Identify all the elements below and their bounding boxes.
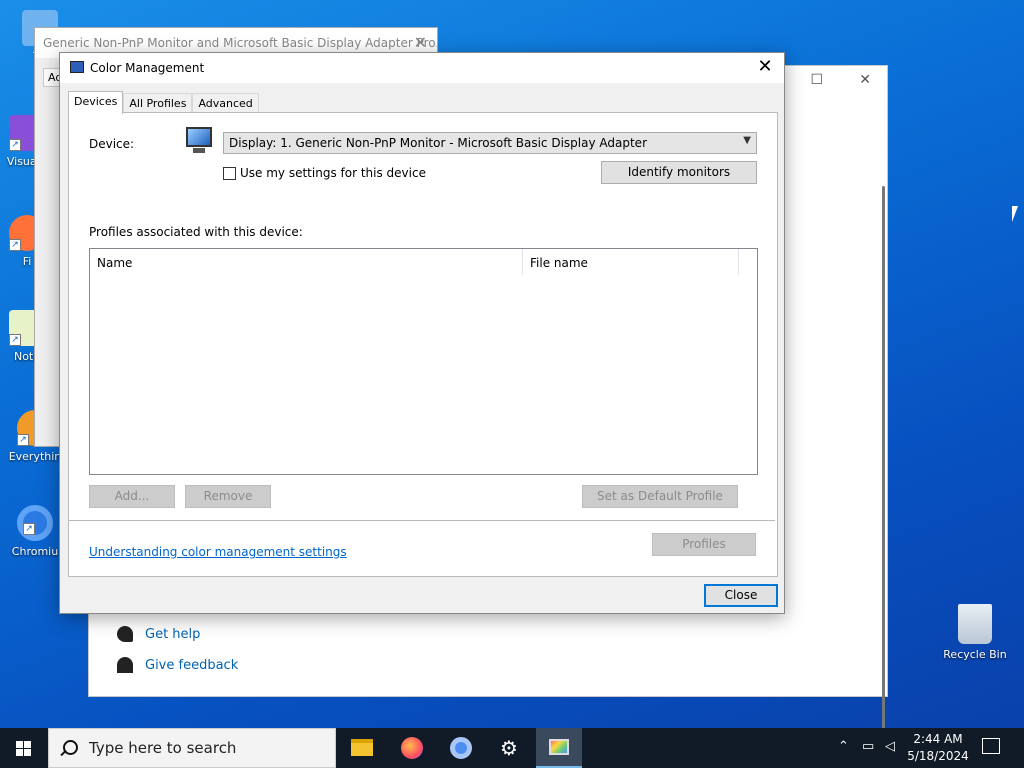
search-icon (63, 740, 78, 755)
understanding-color-management-link[interactable]: Understanding color management settings (89, 545, 347, 559)
recycle-bin-label: Recycle Bin (943, 648, 1007, 661)
taskbar-search-box[interactable]: Type here to search (48, 728, 336, 768)
maximize-icon[interactable]: ☐ (810, 72, 823, 88)
help-chat-icon (117, 626, 133, 642)
settings-gear-icon: ⚙ (500, 736, 518, 760)
taskbar-color-management[interactable] (536, 728, 582, 768)
desktop-icon-recycle-bin[interactable]: Recycle Bin (940, 604, 1010, 661)
color-management-icon (549, 739, 569, 755)
list-header: Name File name (90, 249, 757, 275)
divider (69, 520, 775, 521)
volume-muted-icon[interactable]: ◁ (885, 739, 895, 754)
taskbar-chromium[interactable] (439, 728, 483, 768)
profiles-label: Profiles associated with this device: (89, 225, 303, 239)
start-button[interactable] (0, 728, 48, 768)
search-placeholder: Type here to search (89, 739, 237, 757)
column-name[interactable]: Name (90, 249, 523, 275)
dialog-titlebar[interactable]: Color Management ✕ (60, 53, 784, 83)
get-help-link[interactable]: Get help (117, 626, 200, 642)
column-file-name[interactable]: File name (523, 249, 739, 275)
taskbar-settings[interactable]: ⚙ (488, 728, 532, 768)
notification-icon[interactable] (982, 738, 1000, 754)
profiles-list[interactable]: Name File name (89, 248, 758, 475)
shortcut-arrow-icon: ↗ (9, 139, 21, 151)
add-button[interactable]: Add... (89, 485, 175, 508)
close-icon[interactable]: ✕ (754, 55, 776, 79)
clock-date: 5/18/2024 (907, 749, 969, 763)
close-icon[interactable]: ✕ (414, 33, 427, 52)
device-select-value: Display: 1. Generic Non-PnP Monitor - Mi… (229, 136, 648, 150)
tab-all-profiles[interactable]: All Profiles (123, 93, 193, 113)
device-label: Device: (89, 137, 135, 151)
get-help-label: Get help (145, 626, 201, 642)
device-select[interactable]: Display: 1. Generic Non-PnP Monitor - Mi… (223, 132, 757, 154)
tab-devices[interactable]: Devices (68, 91, 124, 114)
shortcut-arrow-icon: ↗ (17, 434, 29, 446)
taskbar-firefox[interactable] (390, 728, 434, 768)
chevron-up-icon[interactable]: ⌃ (838, 739, 849, 754)
monitor-properties-title: Generic Non-PnP Monitor and Microsoft Ba… (43, 36, 437, 50)
tab-strip: Devices All Profiles Advanced (68, 91, 259, 114)
chromium-icon: ↗ (17, 505, 53, 541)
shortcut-arrow-icon: ↗ (23, 523, 35, 535)
give-feedback-label: Give feedback (145, 657, 239, 673)
chromium-icon (450, 737, 472, 759)
color-management-dialog: Color Management ✕ Devices All Profiles … (59, 52, 785, 614)
checkbox-box[interactable] (223, 166, 236, 180)
network-icon[interactable]: ▭ (862, 739, 874, 754)
shortcut-arrow-icon: ↗ (9, 334, 21, 346)
close-icon[interactable]: ✕ (859, 72, 871, 88)
tab-advanced[interactable]: Advanced (192, 93, 259, 113)
file-explorer-icon (351, 739, 373, 756)
close-button[interactable]: Close (704, 584, 778, 607)
feedback-person-icon (117, 657, 133, 673)
remove-button[interactable]: Remove (185, 485, 271, 508)
profiles-button[interactable]: Profiles (652, 533, 756, 556)
scrollbar[interactable] (882, 186, 885, 746)
shortcut-arrow-icon: ↗ (9, 239, 21, 251)
identify-monitors-button[interactable]: Identify monitors (601, 161, 757, 184)
windows-logo-icon (16, 741, 32, 756)
use-my-settings-checkbox[interactable]: Use my settings for this device (223, 166, 426, 180)
give-feedback-link[interactable]: Give feedback (117, 657, 238, 673)
devices-panel: Device: Display: 1. Generic Non-PnP Moni… (68, 112, 778, 577)
chevron-down-icon: ▼ (743, 135, 751, 146)
taskbar: Type here to search ⚙ ⌃ ▭ ◁ 2:44 AM 5/18… (0, 728, 1024, 768)
monitor-icon (186, 127, 216, 157)
clock[interactable]: 2:44 AM 5/18/2024 (904, 731, 972, 765)
taskbar-file-explorer[interactable] (340, 728, 384, 768)
set-default-profile-button[interactable]: Set as Default Profile (582, 485, 738, 508)
use-my-settings-label: Use my settings for this device (240, 166, 426, 180)
mouse-cursor-icon (1012, 206, 1018, 222)
recycle-bin-icon (958, 604, 992, 644)
color-management-icon (70, 61, 84, 73)
firefox-icon (401, 737, 423, 759)
dialog-title: Color Management (90, 61, 205, 75)
clock-time: 2:44 AM (913, 732, 963, 746)
